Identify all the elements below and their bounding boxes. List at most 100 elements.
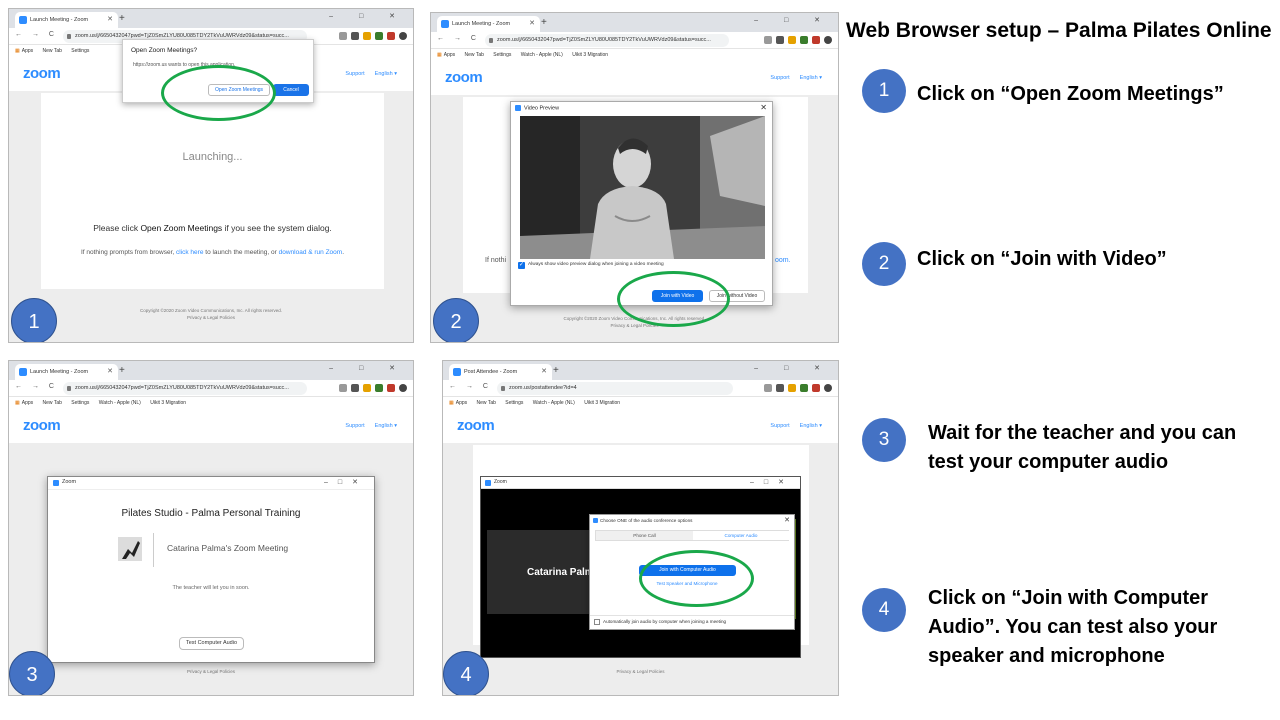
auto-join-checkbox[interactable] <box>594 619 600 625</box>
bookmark-settings[interactable]: Settings <box>71 48 89 54</box>
browser-tab[interactable]: Launch Meeting - Zoom ✕ <box>15 12 118 28</box>
extension-icons[interactable] <box>764 36 832 45</box>
bookmark-watch[interactable]: Watch - Apple (NL) <box>99 400 141 406</box>
bookmark-settings[interactable]: Settings <box>71 400 89 406</box>
language-select[interactable]: English ▾ <box>375 71 397 77</box>
bookmark-uikit[interactable]: Uikit 3 Migration <box>150 400 186 406</box>
lock-icon <box>489 38 493 43</box>
address-bar-row: ← → C ⌂ zoom.us/postattendee?id=4 <box>443 380 838 397</box>
close-tab-icon[interactable]: ✕ <box>107 364 113 380</box>
tab-phone-call[interactable]: Phone Call <box>596 531 693 540</box>
launch-prompt: If nothing prompts from browser, click h… <box>80 249 345 256</box>
zoom-favicon-icon <box>19 368 27 376</box>
bookmark-watch[interactable]: Watch - Apple (NL) <box>533 400 575 406</box>
url-input[interactable]: zoom.us/j/6650432047pwd=TjZ0SmZLYU80U085… <box>485 34 729 47</box>
window-controls[interactable]: –□✕ <box>750 478 794 486</box>
screenshot-step-4: Post Attendee - Zoom ✕ + – □ ✕ ← → C ⌂ zo… <box>442 360 839 696</box>
meeting-name: Catarina Palma's Zoom Meeting <box>167 543 289 553</box>
click-here-link[interactable]: click here <box>176 249 203 256</box>
camera-preview-image <box>520 116 765 259</box>
close-tab-icon[interactable]: ✕ <box>107 12 113 28</box>
download-link[interactable]: download & run Zoom <box>279 249 343 256</box>
bookmark-new-tab[interactable]: New Tab <box>477 400 496 406</box>
bookmark-apps[interactable]: ▦ Apps <box>437 52 455 58</box>
page-footer: Copyright ©2020 Zoom Video Communication… <box>9 661 413 675</box>
bookmark-new-tab[interactable]: New Tab <box>43 48 62 54</box>
language-select[interactable]: English ▾ <box>800 423 822 429</box>
tab-bar: Launch Meeting - Zoom ✕ + – □ ✕ <box>9 9 413 28</box>
close-tab-icon[interactable]: ✕ <box>529 16 535 32</box>
window-controls[interactable]: – □ ✕ <box>329 364 407 372</box>
language-select[interactable]: English ▾ <box>800 75 822 81</box>
close-tab-icon[interactable]: ✕ <box>541 364 547 380</box>
zoom-logo[interactable]: zoom <box>23 417 61 434</box>
new-tab-button[interactable]: + <box>119 12 125 26</box>
extension-icons[interactable] <box>339 32 407 41</box>
new-tab-button[interactable]: + <box>119 364 125 378</box>
browser-tab[interactable]: Post Attendee - Zoom ✕ <box>449 364 552 380</box>
bookmark-apps[interactable]: ▦ Apps <box>449 400 467 406</box>
zoom-header-links: Support English ▾ <box>335 71 397 77</box>
zoom-logo[interactable]: zoom <box>445 69 483 86</box>
window-controls[interactable]: – □ ✕ <box>329 12 407 20</box>
bookmark-uikit[interactable]: Uikit 3 Migration <box>572 52 608 58</box>
step-badge-1: 1 <box>11 298 57 342</box>
bookmark-new-tab[interactable]: New Tab <box>43 400 62 406</box>
instruction-badge-4: 4 <box>862 588 906 632</box>
zoom-logo[interactable]: zoom <box>23 65 61 82</box>
bookmark-apps[interactable]: ▦ Apps <box>15 400 33 406</box>
lock-icon <box>67 386 71 391</box>
new-tab-button[interactable]: + <box>541 16 547 30</box>
zoom-logo[interactable]: zoom <box>457 417 495 434</box>
browser-tab[interactable]: Launch Meeting - Zoom ✕ <box>15 364 118 380</box>
window-controls[interactable]: – □ ✕ <box>754 364 832 372</box>
support-link[interactable]: Support <box>345 423 364 429</box>
bookmark-settings[interactable]: Settings <box>493 52 511 58</box>
test-computer-audio-button[interactable]: Test Computer Audio <box>179 637 244 650</box>
close-dialog-icon[interactable]: ✕ <box>784 516 790 524</box>
studio-name: Pilates Studio - Palma Personal Training <box>121 508 301 519</box>
bookmark-watch[interactable]: Watch - Apple (NL) <box>521 52 563 58</box>
window-controls[interactable]: – □ ✕ <box>754 16 832 24</box>
support-link[interactable]: Support <box>770 423 789 429</box>
support-link[interactable]: Support <box>770 75 789 81</box>
zoom-header-links: Support English ▾ <box>760 75 822 81</box>
window-controls[interactable]: –□✕ <box>324 478 368 486</box>
close-dialog-icon[interactable]: ✕ <box>760 103 767 112</box>
extension-icons[interactable] <box>764 384 832 393</box>
zoom-app-icon <box>53 480 59 486</box>
highlight-circle <box>617 271 730 327</box>
step-badge-4: 4 <box>443 651 489 695</box>
zoom-favicon-icon <box>453 368 461 376</box>
bookmark-settings[interactable]: Settings <box>505 400 523 406</box>
always-show-checkbox[interactable]: ✓ <box>518 262 525 269</box>
launching-text: Launching... <box>182 151 243 163</box>
lock-icon <box>501 386 505 391</box>
cancel-button[interactable]: Cancel <box>273 84 309 96</box>
privacy-link[interactable]: Privacy & Legal Policies <box>431 322 838 329</box>
dialog-title: Open Zoom Meetings? <box>131 47 198 54</box>
privacy-link[interactable]: Privacy & Legal Policies <box>443 668 838 675</box>
language-select[interactable]: English ▾ <box>375 423 397 429</box>
url-input[interactable]: zoom.us/j/6650432047pwd=TjZ0SmZLYU80U085… <box>63 382 307 395</box>
instruction-step-4: Click on “Join with Computer Audio”. You… <box>928 587 1218 667</box>
bookmark-uikit[interactable]: Uikit 3 Migration <box>584 400 620 406</box>
support-link[interactable]: Support <box>345 71 364 77</box>
privacy-link[interactable]: Privacy & Legal Policies <box>9 668 413 675</box>
zoom-header: zoom Support English ▾ <box>431 61 838 95</box>
step-badge-3: 3 <box>9 651 55 695</box>
behind-link: oom. <box>775 257 791 264</box>
extension-icons[interactable] <box>339 384 407 393</box>
browser-tab[interactable]: Launch Meeting - Zoom ✕ <box>437 16 540 32</box>
bookmark-apps[interactable]: ▦ Apps <box>15 48 33 54</box>
privacy-link[interactable]: Privacy & Legal Policies <box>9 314 413 321</box>
page-footer: Copyright ©2020 Zoom Video Communication… <box>443 661 838 675</box>
launch-card: Launching... Please click Open Zoom Meet… <box>41 93 384 289</box>
behind-text: If nothi <box>485 257 507 264</box>
tab-computer-audio[interactable]: Computer Audio <box>693 531 789 540</box>
new-tab-button[interactable]: + <box>553 364 559 378</box>
instruction-step-2: Click on “Join with Video” <box>917 248 1167 270</box>
bookmarks-bar: ▦ Apps New Tab Settings Watch - Apple (NL… <box>443 397 838 409</box>
bookmark-new-tab[interactable]: New Tab <box>465 52 484 58</box>
url-input[interactable]: zoom.us/postattendee?id=4 <box>497 382 733 395</box>
